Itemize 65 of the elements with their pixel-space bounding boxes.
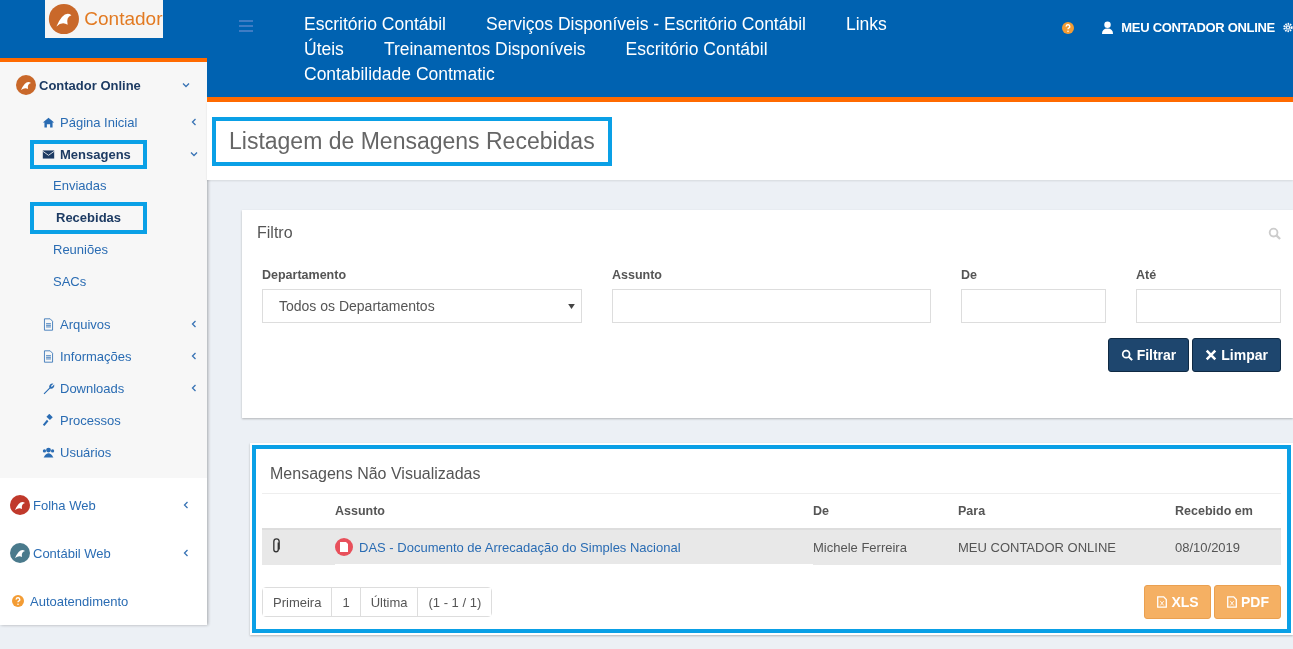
message-link[interactable]: DAS - Documento de Arrecadação do Simples Nacional: [359, 539, 681, 555]
sidebar-item[interactable]: Processos: [30, 405, 137, 435]
file-icon: [42, 317, 55, 331]
bird-logo-icon: [16, 75, 36, 95]
caret-icon: [568, 303, 575, 309]
close-icon: [1205, 349, 1218, 361]
table-cell: MEU CONTADOR ONLINE: [958, 529, 1175, 565]
gavel-icon: [42, 413, 55, 427]
field-label: De: [961, 268, 978, 282]
table-cell: 08/10/2019: [1175, 529, 1281, 565]
help-link[interactable]: Autoatendimento: [0, 577, 207, 625]
page-title: Listagem de Mensagens Recebidas: [212, 116, 612, 166]
field-label: Assunto: [612, 268, 663, 282]
sidebar-item[interactable]: Downloads: [30, 373, 141, 403]
clear-button[interactable]: Limpar: [1192, 338, 1281, 372]
nav-link[interactable]: Links: [846, 12, 887, 37]
file-icon: [42, 349, 55, 363]
input-field[interactable]: [612, 289, 931, 323]
sidebar-subitem[interactable]: Enviadas: [30, 170, 130, 202]
sidebar-group[interactable]: Folha Web: [0, 481, 207, 529]
bird-logo-icon: [10, 495, 30, 515]
nav-link[interactable]: Contabilidade Contmatic: [304, 62, 495, 87]
panel-title: Mensagens Não Visualizadas: [262, 455, 1281, 494]
search-icon: [1120, 349, 1133, 361]
nav-link[interactable]: Escritório Contábil: [304, 12, 446, 37]
user-icon: [1102, 21, 1114, 34]
sidebar-item[interactable]: Mensagens: [30, 139, 147, 169]
search-icon[interactable]: [1268, 226, 1281, 240]
envelope-icon: [42, 147, 55, 161]
pagination-button[interactable]: Primeira: [263, 588, 333, 616]
input-field[interactable]: [961, 289, 1106, 323]
sidebar-item[interactable]: Informações: [30, 341, 148, 371]
sidebar-group[interactable]: Contábil Web: [0, 529, 207, 577]
sidebar-item[interactable]: Página Inicial: [30, 107, 154, 137]
file-icon: [1156, 596, 1169, 608]
menu-icon[interactable]: [239, 20, 253, 32]
bird-logo-icon: [46, 2, 81, 36]
sidebar-item[interactable]: Arquivos: [30, 309, 127, 339]
users-icon: [42, 445, 55, 459]
field-label: Até: [1136, 268, 1158, 282]
nav-link[interactable]: Úteis: [304, 37, 344, 62]
sidebar-group[interactable]: Contador Online: [0, 72, 207, 98]
field-label: Departamento: [262, 268, 348, 282]
file-icon: [1226, 596, 1238, 608]
nav-link[interactable]: Treinamentos Disponíveis: [383, 37, 586, 62]
input-field[interactable]: [1136, 289, 1281, 323]
wrench-icon: [42, 381, 55, 395]
sidebar-subitem[interactable]: SACs: [30, 266, 110, 298]
user-name[interactable]: MEU CONTADOR ONLINE: [1121, 20, 1275, 35]
brand-name: Contador: [84, 8, 163, 30]
sidebar-subitem[interactable]: Recebidas: [30, 202, 148, 234]
document-icon: [335, 538, 353, 556]
help-icon: [12, 595, 24, 607]
filter-button[interactable]: Filtrar: [1107, 338, 1190, 372]
nav-link[interactable]: Escritório Contábil: [625, 37, 768, 62]
sidebar-subitem[interactable]: Reuniões: [30, 234, 131, 266]
panel-title: Filtro: [257, 224, 293, 242]
help-icon[interactable]: [1062, 21, 1075, 34]
department-select[interactable]: Todos os Departamentos: [262, 289, 582, 323]
table-cell: Michele Ferreira: [813, 529, 958, 565]
settings-icon[interactable]: [1283, 21, 1293, 34]
home-icon: [42, 115, 55, 129]
nav-link[interactable]: Serviços Disponíveis - Escritório Contábil: [486, 12, 806, 37]
bird-logo-icon: [10, 543, 30, 563]
sidebar-item[interactable]: Usuários: [30, 437, 128, 467]
